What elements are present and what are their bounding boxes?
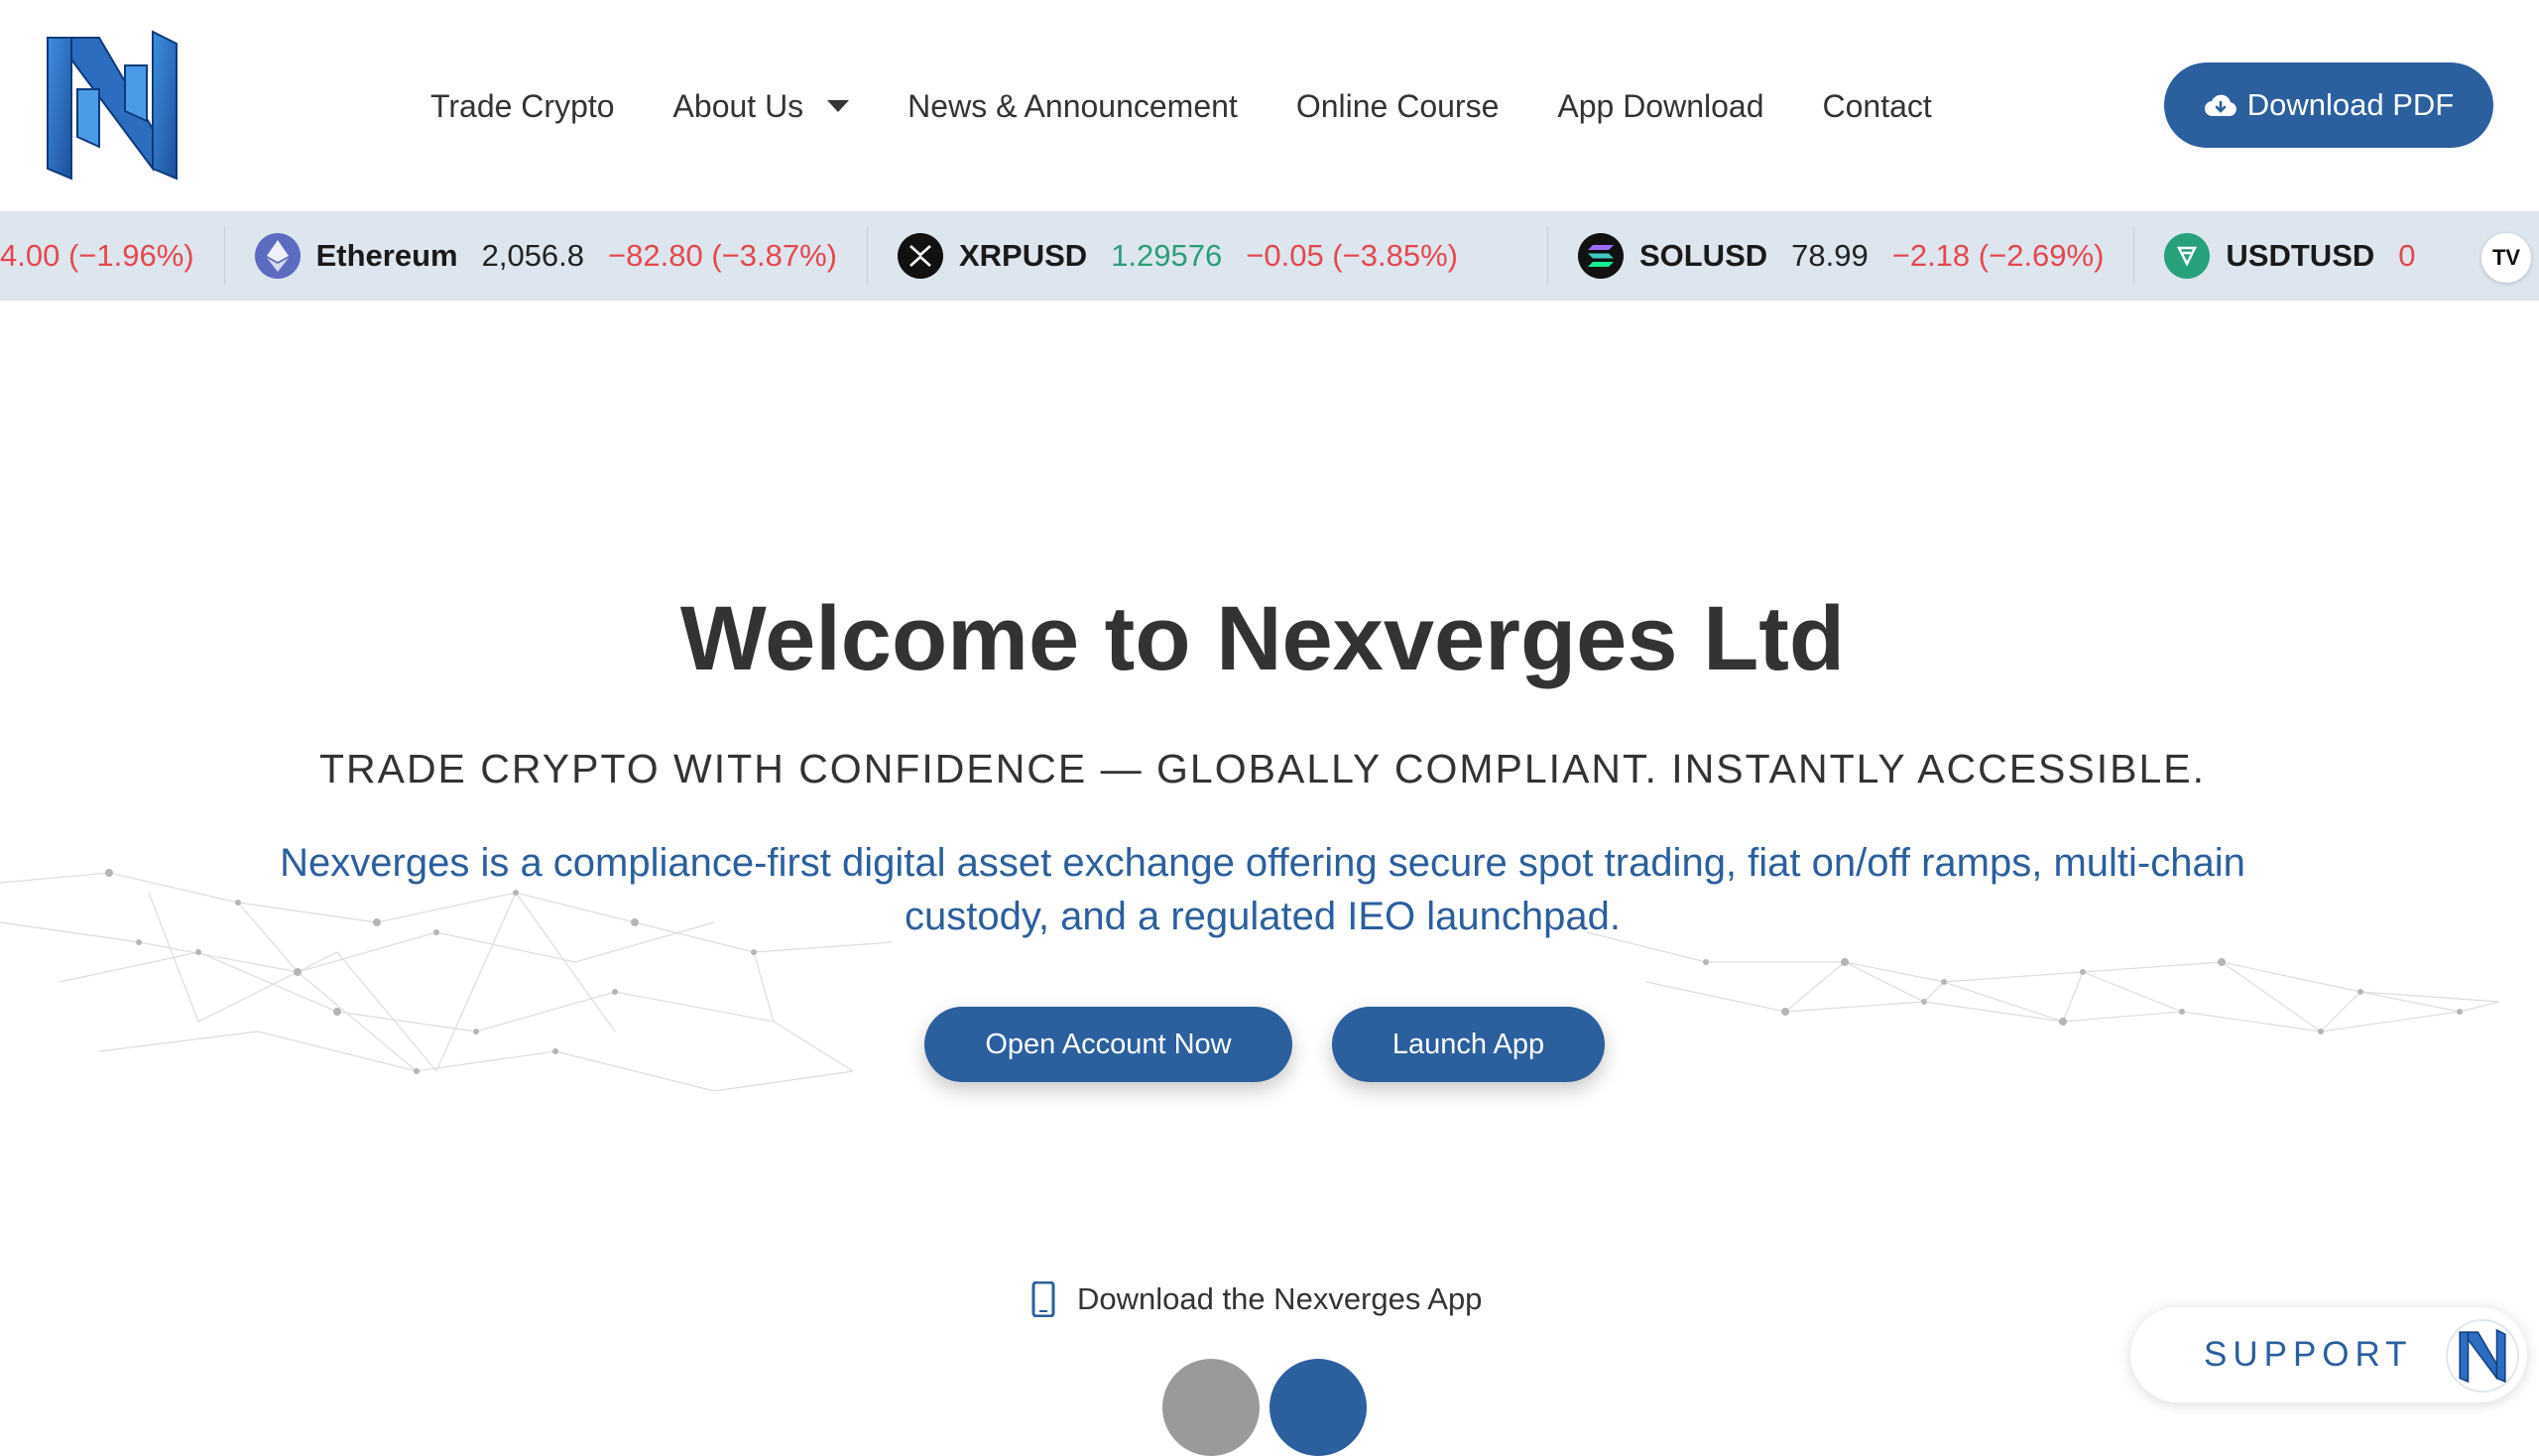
- nav-label: News & Announcement: [907, 87, 1238, 124]
- apple-store-button[interactable]: [1162, 1359, 1260, 1456]
- ticker-divider: [223, 227, 225, 285]
- caret-down-icon: [827, 100, 850, 112]
- open-account-label: Open Account Now: [985, 1028, 1232, 1060]
- ticker-change: −2.18 (−2.69%): [1891, 238, 2105, 273]
- tradingview-label: TV: [2491, 245, 2521, 270]
- launch-app-label: Launch App: [1391, 1028, 1545, 1060]
- tether-icon: [2164, 233, 2211, 279]
- tradingview-badge[interactable]: TV: [2481, 233, 2531, 283]
- ticker-symbol: SOLUSD: [1638, 238, 1768, 273]
- nav-contact[interactable]: Contact: [1823, 88, 1932, 125]
- nav-app-download[interactable]: App Download: [1557, 88, 1763, 125]
- cloud-download-icon: [2204, 94, 2237, 117]
- ticker-divider: [2133, 227, 2135, 285]
- ticker-item[interactable]: SOLUSD 78.99 −2.18 (−2.69%): [1577, 211, 2105, 301]
- nav-news[interactable]: News & Announcement: [907, 88, 1238, 125]
- ticker-price: 1.29576: [1111, 238, 1223, 273]
- nav-label: Trade Crypto: [430, 87, 615, 124]
- ticker-item[interactable]: XRPUSD 1.29576 −0.05 (−3.85%): [897, 211, 1458, 301]
- solana-icon: [1577, 233, 1624, 279]
- nav-about-us[interactable]: About Us: [673, 88, 850, 125]
- mobile-phone-icon: [1031, 1281, 1055, 1317]
- ticker-divider: [1546, 227, 1548, 285]
- hero-subtitle: TRADE CRYPTO WITH CONFIDENCE — GLOBALLY …: [318, 746, 2207, 791]
- app-download-label: Download the Nexverges App: [1077, 1281, 1483, 1316]
- ticker-item[interactable]: Ethereum 2,056.8 −82.80 (−3.87%): [254, 211, 837, 301]
- ticker-divider: [866, 227, 868, 285]
- main-nav: Trade Crypto About Us News & Announcemen…: [430, 81, 1991, 131]
- ticker-item[interactable]: USDTUSD 0: [2164, 211, 2416, 301]
- network-background-graphic: [0, 869, 2500, 1092]
- nav-label: App Download: [1557, 87, 1764, 124]
- app-download-heading: Download the Nexverges App: [1031, 1279, 1482, 1319]
- nexverges-logo[interactable]: [42, 30, 182, 181]
- ticker-item[interactable]: 4.00 (−1.96%): [0, 211, 194, 301]
- ticker-change: −82.80 (−3.87%): [608, 238, 837, 273]
- nav-trade-crypto[interactable]: Trade Crypto: [430, 88, 615, 125]
- ticker-price: 78.99: [1791, 238, 1869, 273]
- support-widget[interactable]: SUPPORT: [2130, 1307, 2527, 1402]
- ticker-track: 4.00 (−1.96%) Ethereum 2,056.8 −82.80 (−…: [0, 211, 2416, 301]
- ticker-price: 0: [2398, 238, 2416, 273]
- open-account-button[interactable]: Open Account Now: [924, 1007, 1292, 1082]
- ticker-symbol: Ethereum: [315, 238, 458, 273]
- ticker-change: −0.05 (−3.85%): [1246, 238, 1458, 273]
- android-store-button[interactable]: [1270, 1359, 1367, 1456]
- price-ticker[interactable]: 4.00 (−1.96%) Ethereum 2,056.8 −82.80 (−…: [0, 211, 2539, 301]
- nexverges-logo-small: [2446, 1319, 2519, 1393]
- nav-label: Contact: [1822, 87, 1932, 124]
- nav-label: About Us: [672, 87, 804, 124]
- ethereum-icon: [254, 233, 301, 279]
- hero-description: Nexverges is a compliance-first digital …: [280, 841, 2245, 938]
- ticker-symbol: XRPUSD: [958, 238, 1088, 273]
- ticker-price: 2,056.8: [481, 238, 585, 273]
- hero-title: Welcome to Nexverges Ltd: [679, 588, 1846, 689]
- nav-online-course[interactable]: Online Course: [1296, 88, 1500, 125]
- nav-label: Online Course: [1295, 87, 1500, 124]
- xrp-icon: [897, 233, 943, 279]
- download-pdf-button[interactable]: Download PDF: [2164, 62, 2493, 148]
- site-header: Trade Crypto About Us News & Announcemen…: [0, 0, 2539, 211]
- support-label: SUPPORT: [2204, 1335, 2413, 1374]
- download-pdf-label: Download PDF: [2246, 87, 2455, 122]
- launch-app-button[interactable]: Launch App: [1332, 1007, 1605, 1082]
- ticker-symbol: USDTUSD: [2226, 238, 2375, 273]
- ticker-change: 4.00 (−1.96%): [0, 238, 194, 273]
